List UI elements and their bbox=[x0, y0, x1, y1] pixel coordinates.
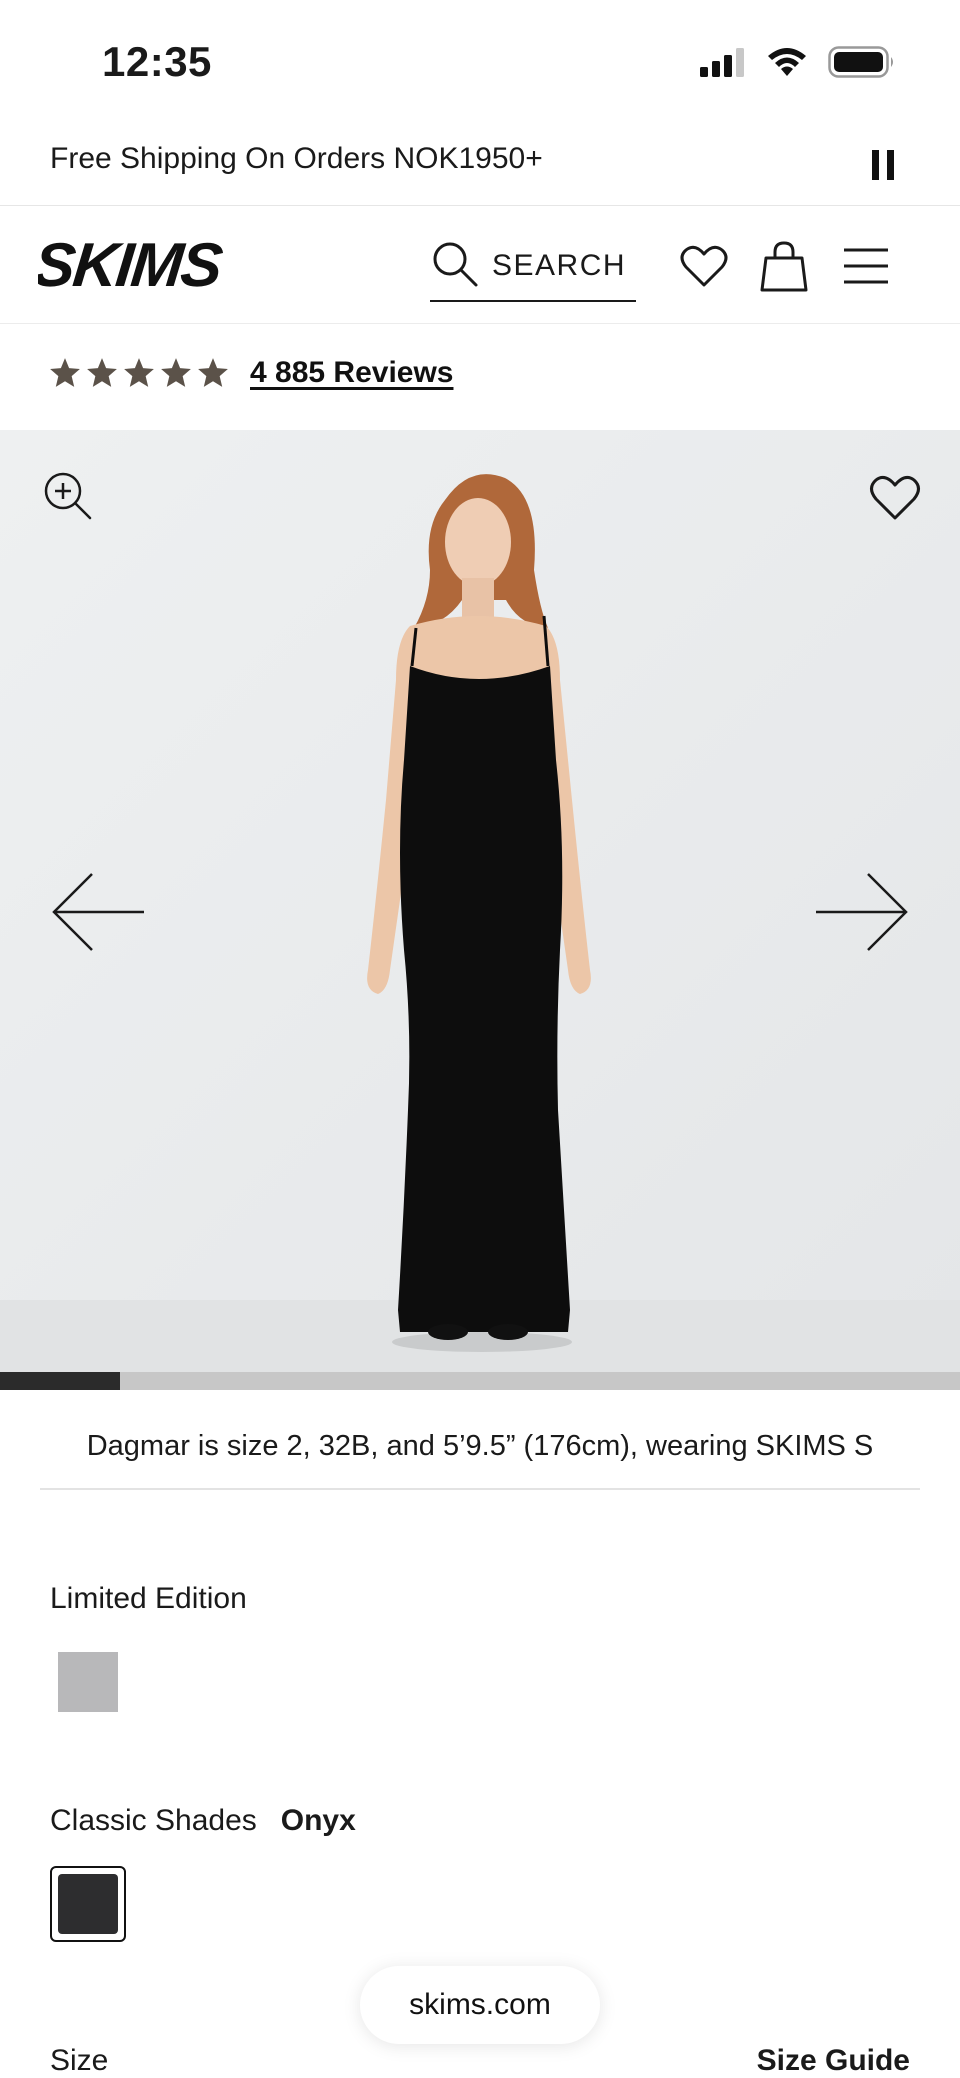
search-bar[interactable]: SEARCH bbox=[430, 232, 636, 302]
wishlist-heart-icon[interactable] bbox=[866, 472, 924, 524]
star-icon bbox=[87, 358, 117, 387]
zoom-in-icon[interactable] bbox=[40, 468, 96, 524]
status-icons bbox=[700, 46, 896, 83]
search-icon bbox=[430, 239, 480, 294]
promo-text: Free Shipping On Orders NOK1950+ bbox=[50, 142, 543, 175]
carousel-progress-fill bbox=[0, 1372, 120, 1390]
logo-text: SKIMS bbox=[38, 231, 226, 298]
status-bar: 12:35 bbox=[0, 0, 960, 124]
star-rating[interactable] bbox=[48, 356, 230, 390]
star-icon bbox=[198, 358, 228, 387]
color-swatch-onyx[interactable] bbox=[50, 1866, 126, 1942]
hamburger-menu-icon[interactable] bbox=[840, 240, 892, 292]
carousel-progress bbox=[0, 1372, 960, 1390]
star-icon bbox=[161, 358, 191, 387]
wifi-icon bbox=[766, 46, 808, 83]
limited-edition-label: Limited Edition bbox=[50, 1582, 247, 1615]
reviews-link[interactable]: 4 885 Reviews bbox=[250, 356, 453, 390]
size-label: Size bbox=[50, 2044, 109, 2077]
arrow-right-icon[interactable] bbox=[812, 870, 912, 954]
battery-icon bbox=[828, 46, 896, 83]
star-icon bbox=[124, 358, 154, 387]
arrow-left-icon[interactable] bbox=[48, 870, 148, 954]
reviews-row: 4 885 Reviews bbox=[48, 348, 453, 398]
model-size-caption: Dagmar is size 2, 32B, and 5’9.5” (176cm… bbox=[40, 1420, 920, 1490]
shopping-bag-icon[interactable] bbox=[758, 240, 810, 292]
star-icon bbox=[50, 358, 80, 387]
classic-shades-label: Classic Shades Onyx bbox=[50, 1804, 356, 1838]
status-time: 12:35 bbox=[102, 38, 212, 85]
product-image[interactable] bbox=[0, 430, 960, 1372]
classic-shades-title: Classic Shades bbox=[50, 1804, 257, 1837]
heart-icon[interactable] bbox=[678, 240, 730, 292]
search-label: SEARCH bbox=[492, 249, 627, 282]
pause-icon[interactable] bbox=[868, 145, 898, 185]
color-swatch-limited[interactable] bbox=[58, 1652, 118, 1712]
skims-logo[interactable]: SKIMS bbox=[30, 228, 278, 300]
color-swatch-onyx-fill bbox=[58, 1874, 118, 1934]
site-header: SKIMS SEARCH bbox=[0, 206, 960, 324]
cellular-signal-icon bbox=[700, 47, 746, 82]
selected-shade-name: Onyx bbox=[280, 1804, 356, 1837]
size-guide-link[interactable]: Size Guide bbox=[757, 2044, 910, 2078]
promo-bar: Free Shipping On Orders NOK1950+ bbox=[0, 124, 960, 206]
url-bar[interactable]: skims.com bbox=[360, 1966, 600, 2044]
